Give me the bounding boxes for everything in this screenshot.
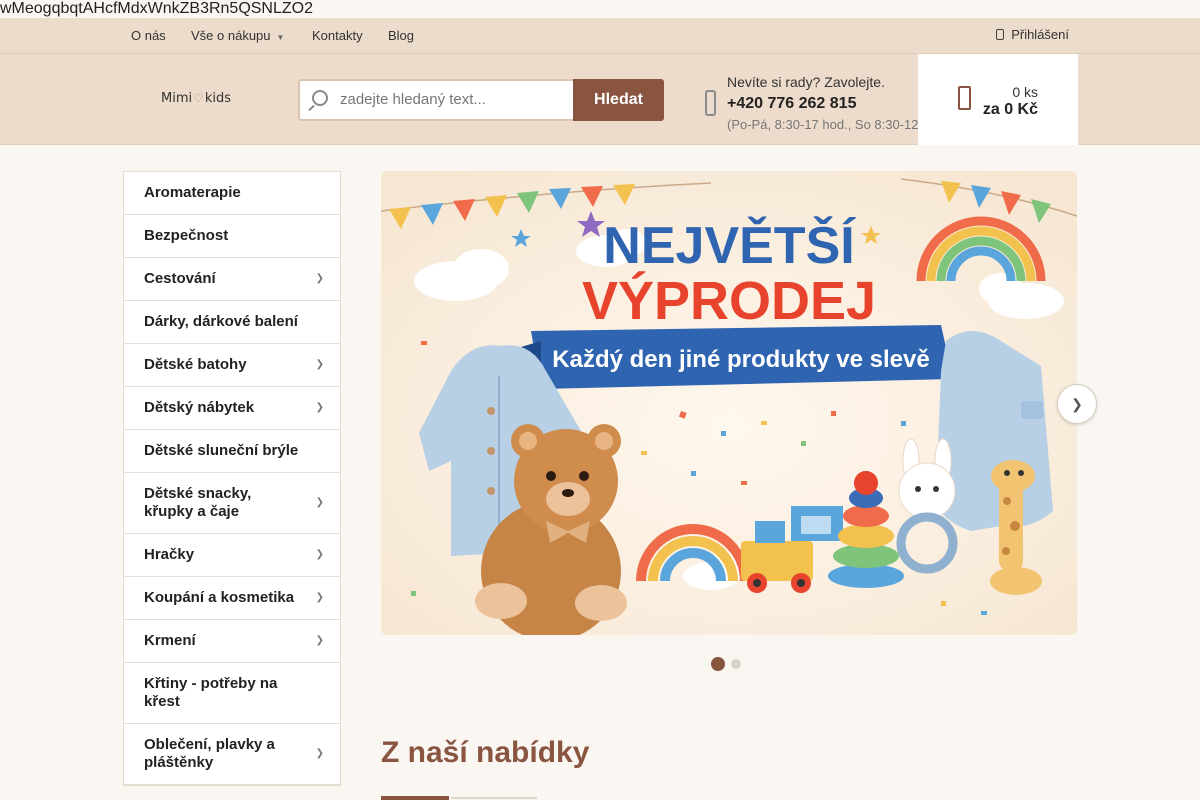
slider-dot-2[interactable]: [731, 658, 741, 669]
cart-button[interactable]: 0 ks za 0 Kč: [918, 54, 1078, 145]
category-item-bezpecnost[interactable]: Bezpečnost: [124, 215, 340, 258]
category-sidebar: Aromaterapie Bezpečnost Cestování ❯ Dárky…: [123, 171, 341, 786]
heart-icon: ♡: [193, 91, 204, 105]
category-item-krtiny[interactable]: Křtiny - potřeby na křest: [124, 663, 340, 724]
nav-link-kontakty[interactable]: Kontakty: [312, 18, 363, 54]
chevron-right-icon: ❯: [315, 592, 324, 603]
top-navigation: O nás Vše o nákupu ▼ Kontakty Blog Přihlá…: [0, 18, 1200, 54]
category-label: Dětské snacky, křupky a čaje: [144, 485, 252, 520]
category-item-detsky-nabytek[interactable]: Dětský nábytek ❯: [124, 387, 340, 430]
user-icon: [996, 29, 1005, 40]
category-label: Krmení: [144, 632, 196, 649]
section-title: Z naší nabídky: [381, 736, 590, 769]
chevron-right-icon: ❯: [315, 549, 324, 560]
top-random-string: wMeogqbqtAHcfMdxWnkZB3Rn5QSNLZO2: [0, 0, 1200, 18]
shopping-bag-icon: [958, 86, 971, 110]
category-label: Cestování: [144, 270, 216, 287]
nav-link-label: Vše o nákupu: [191, 28, 271, 43]
chevron-right-icon: ❯: [315, 748, 324, 759]
login-link[interactable]: Přihlášení: [996, 18, 1069, 52]
promo-banner[interactable]: NEJVĚTŠÍ VÝPRODEJ Každý den jiné produkt…: [381, 171, 1077, 635]
category-item-cestovani[interactable]: Cestování ❯: [124, 258, 340, 301]
search-form: Hledat: [298, 79, 664, 121]
banner-headline-1: NEJVĚTŠÍ: [603, 216, 856, 275]
chevron-down-icon: ▼: [276, 33, 285, 42]
cart-total: za 0 Kč: [982, 101, 1038, 118]
slider-next-button[interactable]: ❯: [1057, 384, 1097, 424]
category-label: Hračky: [144, 546, 195, 563]
category-label: Bezpečnost: [144, 227, 229, 244]
contact-info: Nevíte si rady? Zavolejte. +420 776 262 …: [727, 72, 919, 135]
banner-illustration: NEJVĚTŠÍ VÝPRODEJ Každý den jiné produkt…: [381, 171, 1077, 635]
banner-ribbon: Každý den jiné produkty ve slevě: [521, 325, 953, 389]
category-item-slunecni-bryle[interactable]: Dětské sluneční brýle: [124, 430, 340, 473]
nav-link-blog[interactable]: Blog: [388, 18, 414, 54]
category-item-darky[interactable]: Dárky, dárkové balení: [124, 301, 340, 344]
contact-hours: (Po-Pá, 8:30-17 hod., So 8:30-12: [727, 117, 919, 132]
inactive-tab-indicator[interactable]: [451, 797, 537, 799]
chevron-right-icon: ❯: [315, 359, 324, 370]
category-label: Dětské sluneční brýle: [144, 442, 299, 459]
nav-link-o-nas[interactable]: O nás: [131, 18, 166, 54]
chevron-right-icon: ❯: [315, 273, 324, 284]
category-label: Dětské batohy: [144, 356, 247, 373]
search-button[interactable]: Hledat: [573, 79, 664, 121]
slider-pagination: [711, 655, 747, 673]
phone-icon: [705, 90, 716, 116]
category-label: Dětský nábytek: [144, 399, 255, 416]
category-label: Oblečení, plavky a pláštěnky: [144, 736, 275, 771]
category-label: Aromaterapie: [144, 184, 241, 201]
category-item-aromaterapie[interactable]: Aromaterapie: [124, 172, 340, 215]
category-label: Dárky, dárkové balení: [144, 313, 298, 330]
logo[interactable]: Mimi♡kids: [161, 91, 231, 106]
contact-prompt: Nevíte si rady? Zavolejte.: [727, 74, 885, 90]
login-label: Přihlášení: [1011, 27, 1069, 42]
category-item-koupani[interactable]: Koupání a kosmetika ❯: [124, 577, 340, 620]
logo-text-left: Mimi: [161, 91, 193, 106]
category-item-krmeni[interactable]: Krmení ❯: [124, 620, 340, 663]
search-input[interactable]: [340, 91, 568, 108]
category-label: Křtiny - potřeby na křest: [144, 675, 278, 710]
nav-link-vse-o-nakupu[interactable]: Vše o nákupu ▼: [191, 18, 284, 54]
category-item-snacky[interactable]: Dětské snacky, křupky a čaje ❯: [124, 473, 340, 534]
contact-phone[interactable]: +420 776 262 815: [727, 93, 919, 114]
active-tab-indicator[interactable]: [381, 796, 449, 800]
category-item-hracky[interactable]: Hračky ❯: [124, 534, 340, 577]
cart-quantity: 0 ks: [1012, 84, 1038, 100]
category-label: Koupání a kosmetika: [144, 589, 295, 606]
category-item-detske-batohy[interactable]: Dětské batohy ❯: [124, 344, 340, 387]
slider-dot-1-active[interactable]: [711, 656, 725, 671]
chevron-right-icon: ❯: [315, 402, 324, 413]
banner-ribbon-text: Každý den jiné produkty ve slevě: [552, 346, 929, 373]
banner-headline-2: VÝPRODEJ: [582, 271, 876, 331]
category-item-obleceni[interactable]: Oblečení, plavky a pláštěnky ❯: [124, 724, 340, 785]
chevron-right-icon: ❯: [315, 497, 324, 508]
chevron-right-icon: ❯: [1071, 396, 1083, 412]
search-box: [298, 79, 574, 121]
chevron-right-icon: ❯: [315, 635, 324, 646]
search-icon: [312, 90, 328, 106]
logo-text-right: kids: [204, 91, 232, 106]
